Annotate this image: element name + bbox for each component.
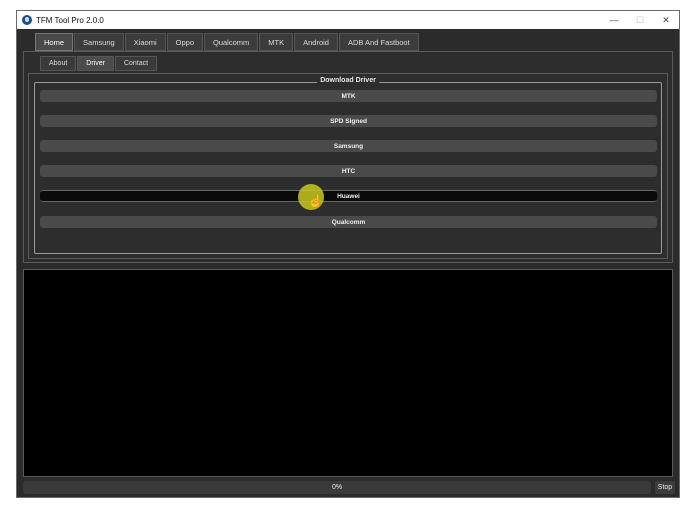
sub-tab-bar: About Driver Contact [40,56,158,71]
app-window: TFM Tool Pro 2.0.0 — ☐ ✕ Home Samsung Xi… [16,10,680,498]
driver-huawei-button[interactable]: Huawei [40,190,657,202]
close-button[interactable]: ✕ [653,11,679,29]
home-tab-panel: About Driver Contact Download Driver MTK… [23,51,673,263]
driver-spd-signed-button[interactable]: SPD Signed [40,115,657,127]
minimize-button[interactable]: — [601,11,627,29]
window-title: TFM Tool Pro 2.0.0 [36,15,104,25]
tab-mtk[interactable]: MTK [259,33,294,51]
tab-adb-fastboot[interactable]: ADB And Fastboot [338,33,419,51]
hand-cursor-icon: ☝ [308,194,323,208]
driver-qualcomm-button[interactable]: Qualcomm [40,216,657,228]
subtab-about[interactable]: About [40,56,77,71]
driver-htc-button[interactable]: HTC [40,165,657,177]
subtab-contact[interactable]: Contact [114,56,158,71]
progress-bar: 0% [23,481,651,494]
main-tab-bar: Home Samsung Xiaomi Oppo Qualcomm MTK An… [35,33,419,51]
driver-mtk-button[interactable]: MTK [40,90,657,102]
maximize-button[interactable]: ☐ [627,11,653,29]
download-driver-group: Download Driver MTK SPD Signed Samsung H… [34,77,662,254]
tab-oppo[interactable]: Oppo [166,33,203,51]
driver-panel: Download Driver MTK SPD Signed Samsung H… [28,73,668,259]
app-logo-icon [22,15,32,25]
window-controls: — ☐ ✕ [601,11,679,29]
tab-android[interactable]: Android [294,33,338,51]
download-driver-legend: Download Driver [317,77,379,84]
subtab-driver[interactable]: Driver [77,56,114,71]
tab-home[interactable]: Home [35,33,74,51]
stop-button[interactable]: Stop [655,481,675,494]
progress-text: 0% [331,484,343,491]
tab-xiaomi[interactable]: Xiaomi [124,33,166,51]
driver-samsung-button[interactable]: Samsung [40,140,657,152]
tab-qualcomm[interactable]: Qualcomm [204,33,259,51]
tab-samsung[interactable]: Samsung [74,33,124,51]
log-output-area[interactable] [23,269,673,477]
title-bar[interactable]: TFM Tool Pro 2.0.0 — ☐ ✕ [17,11,679,29]
